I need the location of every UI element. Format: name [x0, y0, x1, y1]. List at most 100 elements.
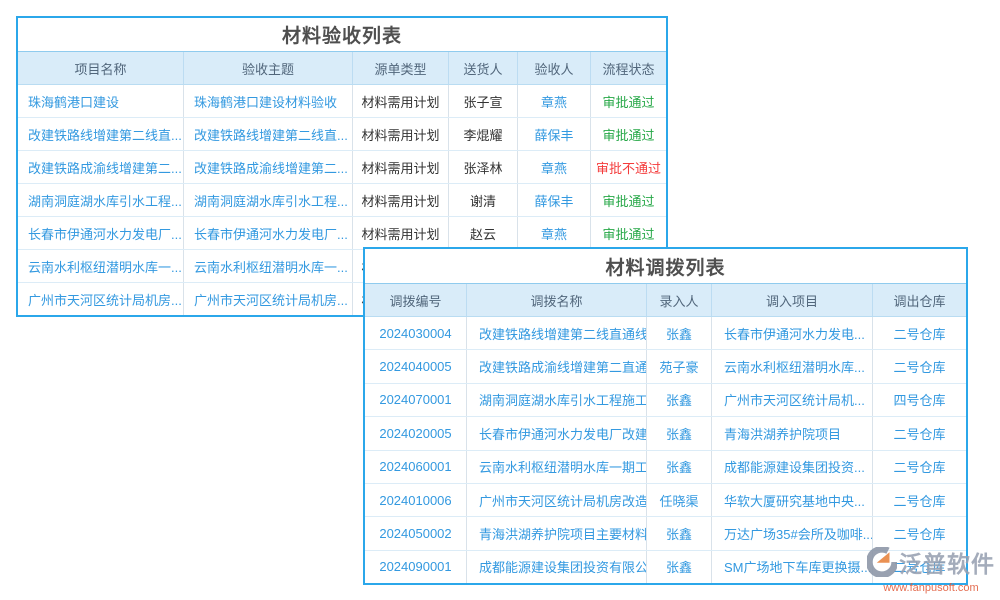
table-row: 改建铁路线增建第二线直...改建铁路线增建第二线直...材料需用计划李焜耀薛保丰…: [18, 118, 666, 151]
link-cell[interactable]: 珠海鹤港口建设材料验收: [184, 85, 353, 117]
link-cell[interactable]: 2024060001: [365, 451, 467, 483]
cell: 谢清: [449, 184, 518, 216]
link-cell[interactable]: 章燕: [518, 151, 591, 183]
table-row: 长春市伊通河水力发电厂...长春市伊通河水力发电厂...材料需用计划赵云章燕审批…: [18, 217, 666, 250]
column-header: 验收主题: [184, 52, 353, 84]
link-cell[interactable]: 广州市天河区统计局机...: [712, 384, 873, 416]
column-header: 项目名称: [18, 52, 184, 84]
column-header: 流程状态: [591, 52, 666, 84]
link-cell[interactable]: 长春市伊通河水力发电...: [712, 317, 873, 349]
link-cell[interactable]: 湖南洞庭湖水库引水工程施工...: [467, 384, 647, 416]
link-cell[interactable]: 张鑫: [647, 317, 712, 349]
column-header: 调拨名称: [467, 284, 647, 316]
link-cell[interactable]: 改建铁路线增建第二线直...: [18, 118, 184, 150]
link-cell[interactable]: 华软大厦研究基地中央...: [712, 484, 873, 516]
link-cell[interactable]: 长春市伊通河水力发电厂...: [18, 217, 184, 249]
link-cell[interactable]: 薛保丰: [518, 118, 591, 150]
link-cell[interactable]: 张鑫: [647, 417, 712, 449]
link-cell[interactable]: 二号仓库: [873, 317, 966, 349]
column-header: 调出仓库: [873, 284, 966, 316]
link-cell[interactable]: 云南水利枢纽潜明水库一期工...: [467, 451, 647, 483]
link-cell[interactable]: 成都能源建设集团投资有限公...: [467, 551, 647, 583]
table-row: 改建铁路成渝线增建第二...改建铁路成渝线增建第二...材料需用计划张泽林章燕审…: [18, 151, 666, 184]
link-cell[interactable]: 长春市伊通河水力发电厂...: [184, 217, 353, 249]
table-row: 2024010006广州市天河区统计局机房改造...任晓渠华软大厦研究基地中央.…: [365, 484, 966, 517]
link-cell[interactable]: 云南水利枢纽潜明水库...: [712, 350, 873, 382]
acceptance-header-row: 项目名称验收主题源单类型送货人验收人流程状态: [18, 52, 666, 85]
cell: 张泽林: [449, 151, 518, 183]
link-cell[interactable]: 章燕: [518, 217, 591, 249]
link-cell[interactable]: 改建铁路线增建第二线直通线...: [467, 317, 647, 349]
link-cell[interactable]: 四号仓库: [873, 384, 966, 416]
table-row: 2024030004改建铁路线增建第二线直通线...张鑫长春市伊通河水力发电..…: [365, 317, 966, 350]
cell: 材料需用计划: [353, 217, 449, 249]
link-cell[interactable]: 二号仓库: [873, 484, 966, 516]
link-cell[interactable]: 广州市天河区统计局机房...: [184, 283, 353, 315]
link-cell[interactable]: 2024050002: [365, 517, 467, 549]
link-cell[interactable]: 改建铁路成渝线增建第二...: [18, 151, 184, 183]
screen: 材料验收列表 项目名称验收主题源单类型送货人验收人流程状态 珠海鹤港口建设珠海鹤…: [0, 0, 1000, 600]
column-header: 送货人: [449, 52, 518, 84]
link-cell[interactable]: 广州市天河区统计局机房改造...: [467, 484, 647, 516]
cell: 赵云: [449, 217, 518, 249]
cell: 材料需用计划: [353, 85, 449, 117]
status-cell: 审批通过: [591, 217, 666, 249]
link-cell[interactable]: 2024070001: [365, 384, 467, 416]
link-cell[interactable]: 青海洪湖养护院项目: [712, 417, 873, 449]
link-cell[interactable]: 张鑫: [647, 451, 712, 483]
table-row: 2024090001成都能源建设集团投资有限公...张鑫SM广场地下车库更换摄.…: [365, 551, 966, 583]
cell: 材料需用计划: [353, 118, 449, 150]
table-row: 珠海鹤港口建设珠海鹤港口建设材料验收材料需用计划张子宣章燕审批通过: [18, 85, 666, 118]
link-cell[interactable]: 2024010006: [365, 484, 467, 516]
link-cell[interactable]: 任晓渠: [647, 484, 712, 516]
link-cell[interactable]: 薛保丰: [518, 184, 591, 216]
material-acceptance-title: 材料验收列表: [18, 18, 666, 52]
link-cell[interactable]: 广州市天河区统计局机房...: [18, 283, 184, 315]
status-cell: 审批通过: [591, 184, 666, 216]
link-cell[interactable]: 2024030004: [365, 317, 467, 349]
cell: 材料需用计划: [353, 184, 449, 216]
material-transfer-panel: 材料调拨列表 调拨编号调拨名称录入人调入项目调出仓库 2024030004改建铁…: [363, 247, 968, 585]
cell: 张子宣: [449, 85, 518, 117]
link-cell[interactable]: 长春市伊通河水力发电厂改建...: [467, 417, 647, 449]
link-cell[interactable]: 二号仓库: [873, 517, 966, 549]
link-cell[interactable]: 改建铁路成渝线增建第二直通...: [467, 350, 647, 382]
material-transfer-title: 材料调拨列表: [365, 249, 966, 284]
link-cell[interactable]: 云南水利枢纽潜明水库一...: [184, 250, 353, 282]
table-row: 2024060001云南水利枢纽潜明水库一期工...张鑫成都能源建设集团投资..…: [365, 451, 966, 484]
link-cell[interactable]: 湖南洞庭湖水库引水工程...: [18, 184, 184, 216]
link-cell[interactable]: 苑子豪: [647, 350, 712, 382]
link-cell[interactable]: 二号仓库: [873, 451, 966, 483]
link-cell[interactable]: 章燕: [518, 85, 591, 117]
link-cell[interactable]: 珠海鹤港口建设: [18, 85, 184, 117]
link-cell[interactable]: 二号仓库: [873, 350, 966, 382]
status-cell: 审批通过: [591, 118, 666, 150]
link-cell[interactable]: SM广场地下车库更换摄...: [712, 551, 873, 583]
link-cell[interactable]: 2024020005: [365, 417, 467, 449]
link-cell[interactable]: 成都能源建设集团投资...: [712, 451, 873, 483]
link-cell[interactable]: 张鑫: [647, 551, 712, 583]
table-row: 2024020005长春市伊通河水力发电厂改建...张鑫青海洪湖养护院项目二号仓…: [365, 417, 966, 450]
table-row: 湖南洞庭湖水库引水工程...湖南洞庭湖水库引水工程...材料需用计划谢清薛保丰审…: [18, 184, 666, 217]
link-cell[interactable]: 二号仓库: [873, 551, 966, 583]
link-cell[interactable]: 张鑫: [647, 517, 712, 549]
column-header: 调入项目: [712, 284, 873, 316]
link-cell[interactable]: 青海洪湖养护院项目主要材料...: [467, 517, 647, 549]
column-header: 调拨编号: [365, 284, 467, 316]
column-header: 验收人: [518, 52, 591, 84]
link-cell[interactable]: 二号仓库: [873, 417, 966, 449]
status-cell: 审批通过: [591, 85, 666, 117]
link-cell[interactable]: 改建铁路成渝线增建第二...: [184, 151, 353, 183]
link-cell[interactable]: 2024090001: [365, 551, 467, 583]
link-cell[interactable]: 2024040005: [365, 350, 467, 382]
link-cell[interactable]: 湖南洞庭湖水库引水工程...: [184, 184, 353, 216]
table-row: 2024040005改建铁路成渝线增建第二直通...苑子豪云南水利枢纽潜明水库.…: [365, 350, 966, 383]
link-cell[interactable]: 云南水利枢纽潜明水库一...: [18, 250, 184, 282]
link-cell[interactable]: 张鑫: [647, 384, 712, 416]
link-cell[interactable]: 改建铁路线增建第二线直...: [184, 118, 353, 150]
link-cell[interactable]: 万达广场35#会所及咖啡...: [712, 517, 873, 549]
table-row: 2024050002青海洪湖养护院项目主要材料...张鑫万达广场35#会所及咖啡…: [365, 517, 966, 550]
transfer-body: 2024030004改建铁路线增建第二线直通线...张鑫长春市伊通河水力发电..…: [365, 317, 966, 583]
table-row: 2024070001湖南洞庭湖水库引水工程施工...张鑫广州市天河区统计局机..…: [365, 384, 966, 417]
cell: 材料需用计划: [353, 151, 449, 183]
